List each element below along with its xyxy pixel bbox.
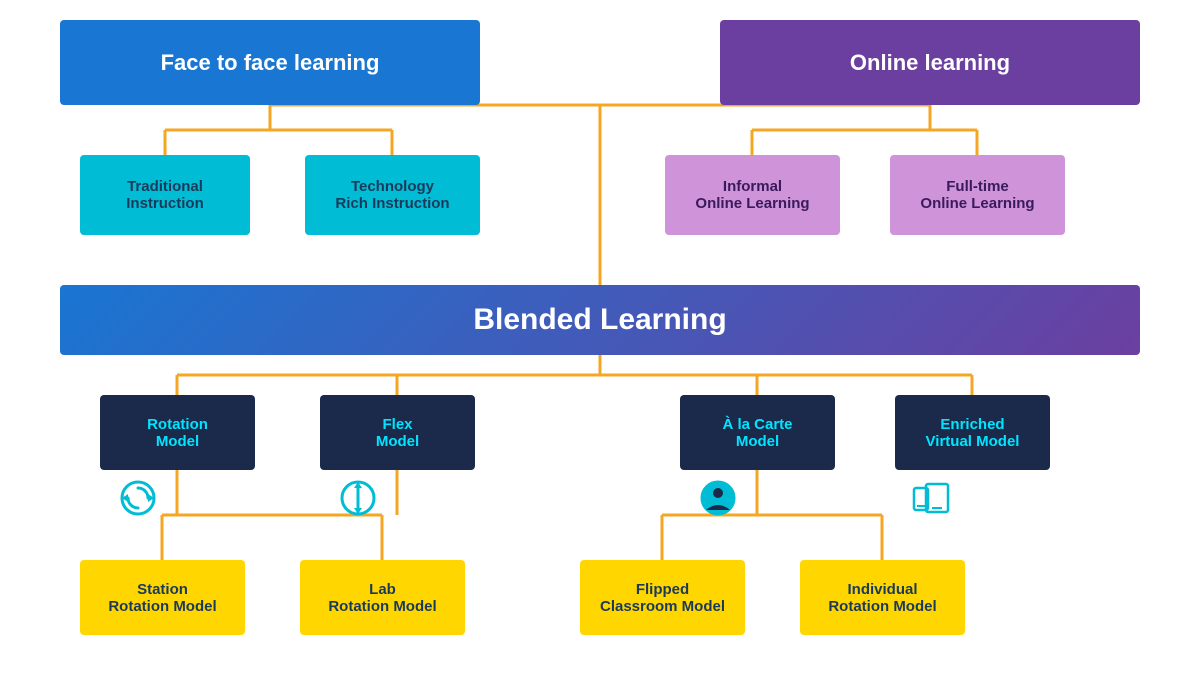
flex-model-label: FlexModel <box>376 416 419 450</box>
alacarte-icon <box>700 480 736 523</box>
lab-rotation-model-node: LabRotation Model <box>300 560 465 635</box>
blended-learning-node: Blended Learning <box>60 285 1140 355</box>
face-to-face-label: Face to face learning <box>161 50 380 76</box>
rotation-model-label: RotationModel <box>147 416 208 450</box>
face-to-face-node: Face to face learning <box>60 20 480 105</box>
fulltime-online-learning-node: Full-timeOnline Learning <box>890 155 1065 235</box>
rotation-model-node: RotationModel <box>100 395 255 470</box>
tech-rich-instruction-node: TechnologyRich Instruction <box>305 155 480 235</box>
flex-icon <box>340 480 376 523</box>
tech-rich-instruction-label: TechnologyRich Instruction <box>335 178 449 212</box>
alacarte-model-node: À la CarteModel <box>680 395 835 470</box>
station-rotation-model-label: StationRotation Model <box>108 581 216 615</box>
enriched-icon <box>912 480 952 523</box>
flipped-classroom-model-node: FlippedClassroom Model <box>580 560 745 635</box>
flex-model-node: FlexModel <box>320 395 475 470</box>
enriched-virtual-model-label: EnrichedVirtual Model <box>926 416 1020 450</box>
traditional-instruction-label: TraditionalInstruction <box>126 178 204 212</box>
individual-rotation-model-node: IndividualRotation Model <box>800 560 965 635</box>
online-learning-label: Online learning <box>850 50 1010 76</box>
traditional-instruction-node: TraditionalInstruction <box>80 155 250 235</box>
online-learning-node: Online learning <box>720 20 1140 105</box>
informal-online-learning-node: InformalOnline Learning <box>665 155 840 235</box>
enriched-virtual-model-node: EnrichedVirtual Model <box>895 395 1050 470</box>
diagram: .conn { stroke: #F5A623; stroke-width: 3… <box>0 0 1200 675</box>
fulltime-online-learning-label: Full-timeOnline Learning <box>920 178 1034 212</box>
rotation-icon <box>120 480 156 523</box>
individual-rotation-model-label: IndividualRotation Model <box>828 581 936 615</box>
station-rotation-model-node: StationRotation Model <box>80 560 245 635</box>
lab-rotation-model-label: LabRotation Model <box>328 581 436 615</box>
blended-learning-label: Blended Learning <box>473 303 726 337</box>
flipped-classroom-model-label: FlippedClassroom Model <box>600 581 725 615</box>
alacarte-model-label: À la CarteModel <box>722 416 792 450</box>
informal-online-learning-label: InformalOnline Learning <box>695 178 809 212</box>
